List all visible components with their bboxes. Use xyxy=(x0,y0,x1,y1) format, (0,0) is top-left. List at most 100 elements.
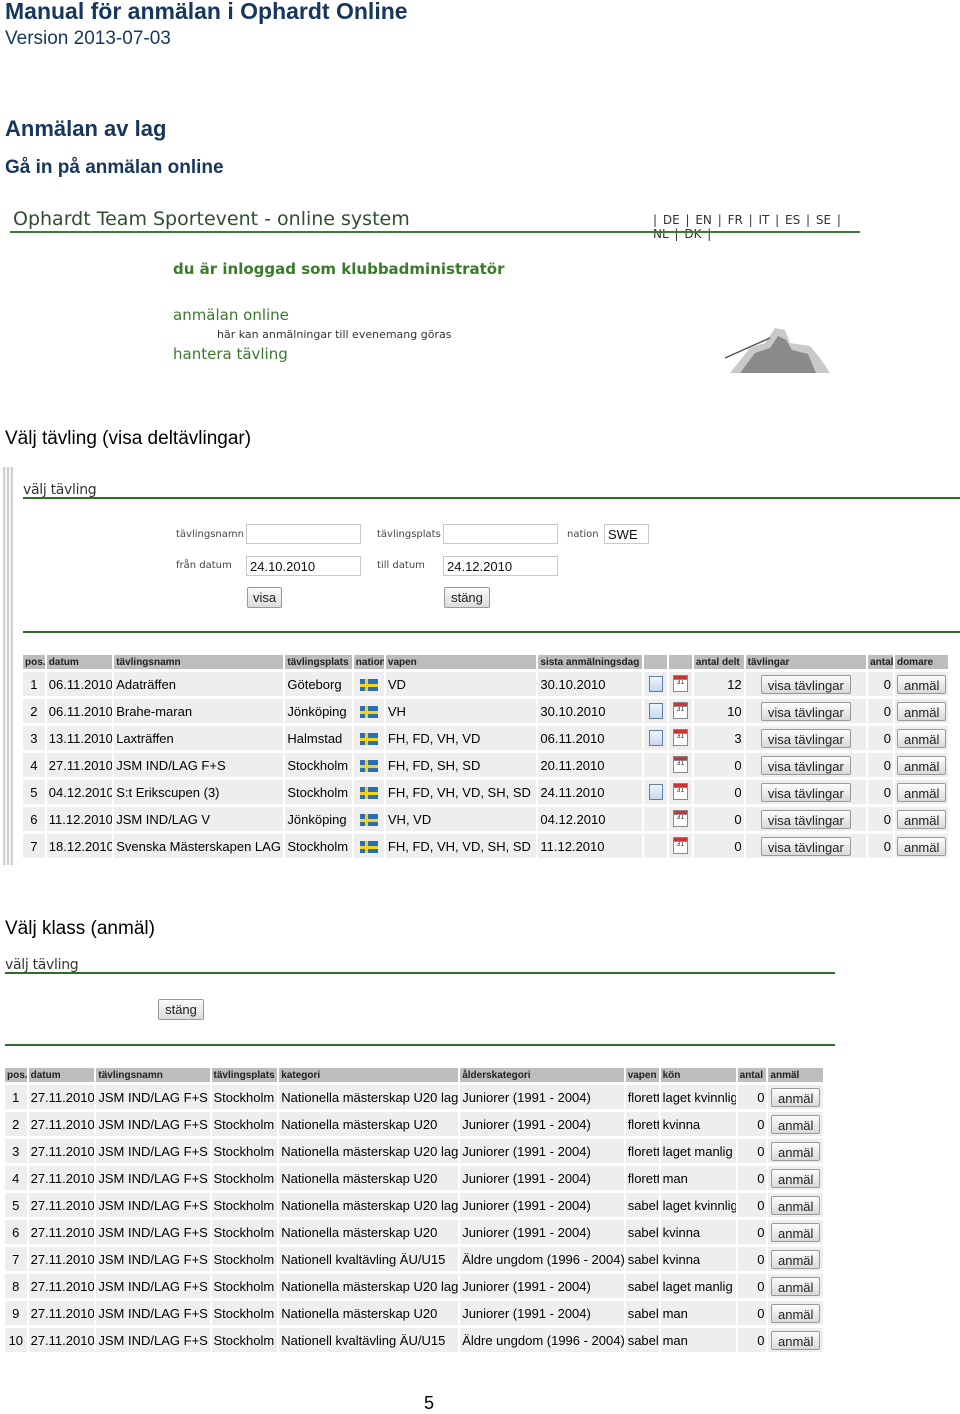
menu-item-online-entry[interactable]: anmälan online xyxy=(173,306,289,324)
register-button[interactable]: anmäl xyxy=(896,809,947,829)
show-competitions-button[interactable]: visa tävlingar xyxy=(760,755,851,775)
competitions-table: pos. datum tävlingsnamn tävlingsplats nation… xyxy=(21,652,950,861)
cell-count: 0 xyxy=(737,1301,767,1325)
column-header xyxy=(644,655,668,669)
panel-title-rule xyxy=(5,972,835,974)
cell-register: anmäl xyxy=(894,780,948,804)
document-icon[interactable] xyxy=(648,676,663,693)
show-competitions-button[interactable]: visa tävlingar xyxy=(760,674,851,694)
register-button[interactable]: anmäl xyxy=(771,1141,821,1161)
cell-pos: 1 xyxy=(23,672,45,696)
column-header: datum xyxy=(46,655,113,669)
document-icon[interactable] xyxy=(648,730,663,747)
cell-count: 0 xyxy=(868,807,893,831)
logged-in-status: du är inloggad som klubbadministratör xyxy=(173,260,505,278)
calendar-icon[interactable]: 31 xyxy=(672,675,688,693)
cell-deadline: 30.10.2010 xyxy=(538,699,643,723)
table-row: 4 27.11.2010 JSM IND/LAG F+S Stockholm FH, F… xyxy=(23,753,948,777)
table-row: 5 04.12.2010 S:t Erikscupen (3) Stockholm FH… xyxy=(23,780,948,804)
cell-register: anmäl xyxy=(768,1166,823,1190)
table-row: 9 27.11.2010 JSM IND/LAG F+S Stockholm Natio… xyxy=(5,1301,823,1325)
close-button[interactable]: stäng xyxy=(158,999,204,1020)
competition-name-input[interactable] xyxy=(246,524,361,544)
cell-date: 27.11.2010 xyxy=(28,1220,95,1244)
cell-date: 18.12.2010 xyxy=(46,834,113,858)
register-button[interactable]: anmäl xyxy=(896,701,947,721)
cell-deadline: 24.11.2010 xyxy=(538,780,643,804)
cell-category: Nationell kvaltävling ÄU/U15 xyxy=(279,1247,459,1271)
document-icon[interactable] xyxy=(648,784,663,801)
menu-item-manage-competition[interactable]: hantera tävling xyxy=(173,345,288,363)
register-button[interactable]: anmäl xyxy=(896,728,947,748)
register-button[interactable]: anmäl xyxy=(896,836,947,856)
show-competitions-button[interactable]: visa tävlingar xyxy=(760,728,851,748)
cell-nation xyxy=(353,753,384,777)
cell-name: JSM IND/LAG F+S xyxy=(96,1085,210,1109)
cell-gender: kvinna xyxy=(660,1220,736,1244)
calendar-icon[interactable]: 31 xyxy=(672,702,688,720)
language-links[interactable]: | DE | EN | FR | IT | ES | SE | NL | DK … xyxy=(653,213,860,241)
cell-count: 0 xyxy=(737,1220,767,1244)
from-date-input[interactable]: 24.10.2010 xyxy=(246,556,361,576)
cell-weapon: VH xyxy=(385,699,537,723)
cell-place: Stockholm xyxy=(211,1274,278,1298)
register-button[interactable]: anmäl xyxy=(771,1195,821,1215)
column-header: nation xyxy=(353,655,384,669)
cell-calendar: 31 xyxy=(669,753,692,777)
calendar-icon[interactable]: 31 xyxy=(672,783,688,801)
page-number: 5 xyxy=(424,1393,435,1413)
calendar-icon[interactable]: 31 xyxy=(672,837,688,855)
calendar-icon[interactable]: 31 xyxy=(672,729,688,747)
cell-pos: 3 xyxy=(5,1139,27,1163)
competition-place-input[interactable] xyxy=(443,524,558,544)
show-competitions-button[interactable]: visa tävlingar xyxy=(760,701,851,721)
cell-register: anmäl xyxy=(768,1193,823,1217)
cell-pos: 5 xyxy=(5,1193,27,1217)
cell-invitation xyxy=(644,753,668,777)
cell-gender: kvinna xyxy=(660,1112,736,1136)
cell-competitions: visa tävlingar xyxy=(745,780,867,804)
register-button[interactable]: anmäl xyxy=(771,1168,821,1188)
table-row: 2 27.11.2010 JSM IND/LAG F+S Stockholm Natio… xyxy=(5,1112,823,1136)
subheading-online: Gå in på anmälan online xyxy=(5,157,224,178)
register-button[interactable]: anmäl xyxy=(896,755,947,775)
table-row: 6 11.12.2010 JSM IND/LAG V Jönköping VH, VD 0… xyxy=(23,807,948,831)
cell-date: 04.12.2010 xyxy=(46,780,113,804)
register-button[interactable]: anmäl xyxy=(771,1249,821,1269)
show-competitions-button[interactable]: visa tävlingar xyxy=(760,836,851,856)
cell-gender: man xyxy=(660,1328,736,1352)
register-button[interactable]: anmäl xyxy=(771,1303,821,1323)
nation-input[interactable]: SWE xyxy=(604,524,649,544)
show-button[interactable]: visa xyxy=(247,587,282,608)
cell-register: anmäl xyxy=(894,834,948,858)
register-button[interactable]: anmäl xyxy=(896,674,947,694)
table-row: 3 27.11.2010 JSM IND/LAG F+S Stockholm Natio… xyxy=(5,1139,823,1163)
register-button[interactable]: anmäl xyxy=(771,1114,821,1134)
cell-weapon: florett xyxy=(625,1085,659,1109)
column-header: antal xyxy=(868,655,893,669)
to-date-input[interactable]: 24.12.2010 xyxy=(443,556,558,576)
column-header: tävlingsnamn xyxy=(96,1068,210,1082)
cell-invitation xyxy=(644,726,668,750)
classes-table: pos. datum tävlingsnamn tävlingsplats katego… xyxy=(3,1065,825,1355)
cell-competitions: visa tävlingar xyxy=(745,834,867,858)
cell-age-category: Juniorer (1991 - 2004) xyxy=(460,1139,624,1163)
cell-name: Laxträffen xyxy=(114,726,284,750)
register-button[interactable]: anmäl xyxy=(771,1276,821,1296)
cell-register: anmäl xyxy=(768,1112,823,1136)
register-button[interactable]: anmäl xyxy=(771,1330,821,1350)
register-button[interactable]: anmäl xyxy=(896,782,947,802)
calendar-icon[interactable]: 31 xyxy=(672,756,688,774)
cell-place: Stockholm xyxy=(285,753,352,777)
document-icon[interactable] xyxy=(648,703,663,720)
register-button[interactable]: anmäl xyxy=(771,1087,821,1107)
show-competitions-button[interactable]: visa tävlingar xyxy=(760,782,851,802)
close-button[interactable]: stäng xyxy=(444,587,490,608)
cell-place: Stockholm xyxy=(211,1301,278,1325)
calendar-icon[interactable]: 31 xyxy=(672,810,688,828)
cell-deadline: 06.11.2010 xyxy=(538,726,643,750)
show-competitions-button[interactable]: visa tävlingar xyxy=(760,809,851,829)
menu-item-online-entry-description: här kan anmälningar till evenemang göras xyxy=(217,328,452,341)
register-button[interactable]: anmäl xyxy=(771,1222,821,1242)
cell-participants: 0 xyxy=(693,807,744,831)
